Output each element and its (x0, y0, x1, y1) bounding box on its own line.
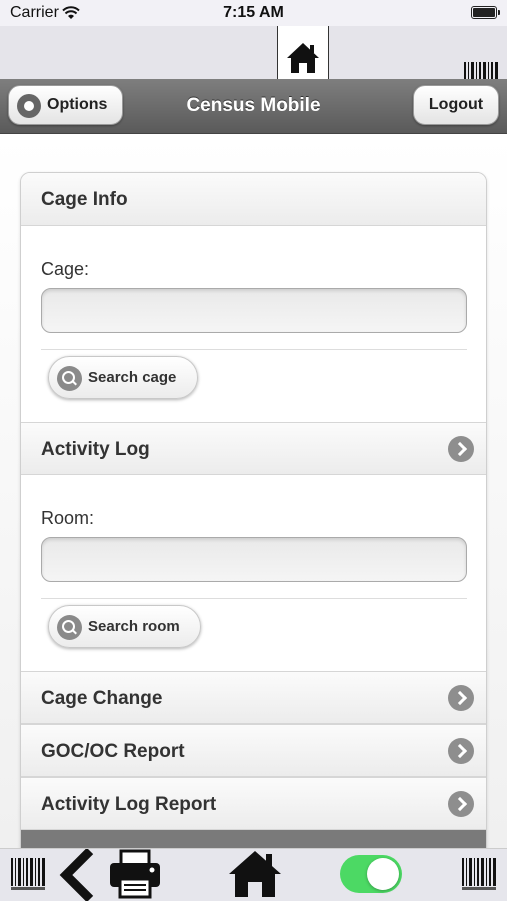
battery-icon (471, 6, 500, 19)
goc-oc-report-item[interactable]: GOC/OC Report (21, 724, 486, 777)
room-label: Room: (41, 508, 95, 528)
chevron-right-icon (448, 436, 474, 462)
print-icon[interactable] (108, 849, 162, 899)
chevron-right-icon (448, 791, 474, 817)
search-cage-button[interactable]: Search cage (48, 356, 198, 399)
barcode-icon[interactable] (461, 856, 497, 892)
content-area: Cage Info Cage: Search cage Activity Log… (0, 134, 507, 872)
status-time: 7:15 AM (223, 4, 284, 21)
status-bar: Carrier 7:15 AM (0, 0, 507, 26)
activity-log-report-label: Activity Log Report (41, 794, 217, 815)
divider (41, 598, 467, 599)
chevron-right-icon (448, 738, 474, 764)
toggle-switch[interactable] (340, 855, 402, 893)
home-icon[interactable] (228, 850, 282, 898)
activity-log-label: Activity Log (41, 439, 150, 460)
bottom-toolbar (0, 848, 507, 901)
home-icon (287, 43, 319, 73)
cage-change-item[interactable]: Cage Change (21, 671, 486, 724)
header-bar: Options Census Mobile Logout (0, 79, 507, 134)
cage-info-title: Cage Info (41, 189, 128, 210)
search-cage-label: Search cage (88, 369, 177, 386)
search-icon (57, 615, 82, 640)
room-input[interactable] (41, 537, 467, 582)
search-icon (57, 366, 82, 391)
search-room-button[interactable]: Search room (48, 605, 201, 648)
top-strip (0, 26, 507, 94)
cage-change-label: Cage Change (41, 688, 163, 709)
back-icon[interactable] (56, 849, 100, 901)
search-room-label: Search room (88, 618, 180, 635)
logout-button[interactable]: Logout (413, 85, 499, 125)
barcode-icon[interactable] (10, 856, 46, 892)
home-tab[interactable] (277, 26, 329, 79)
goc-oc-report-label: GOC/OC Report (41, 741, 185, 762)
divider (41, 349, 467, 350)
activity-log-item[interactable]: Activity Log (21, 422, 486, 475)
cage-label: Cage: (41, 259, 90, 279)
activity-log-report-item[interactable]: Activity Log Report (21, 777, 486, 830)
cage-input[interactable] (41, 288, 467, 333)
cage-info-header: Cage Info (21, 173, 486, 226)
menu-card: Cage Info Cage: Search cage Activity Log… (20, 172, 487, 872)
chevron-right-icon (448, 685, 474, 711)
